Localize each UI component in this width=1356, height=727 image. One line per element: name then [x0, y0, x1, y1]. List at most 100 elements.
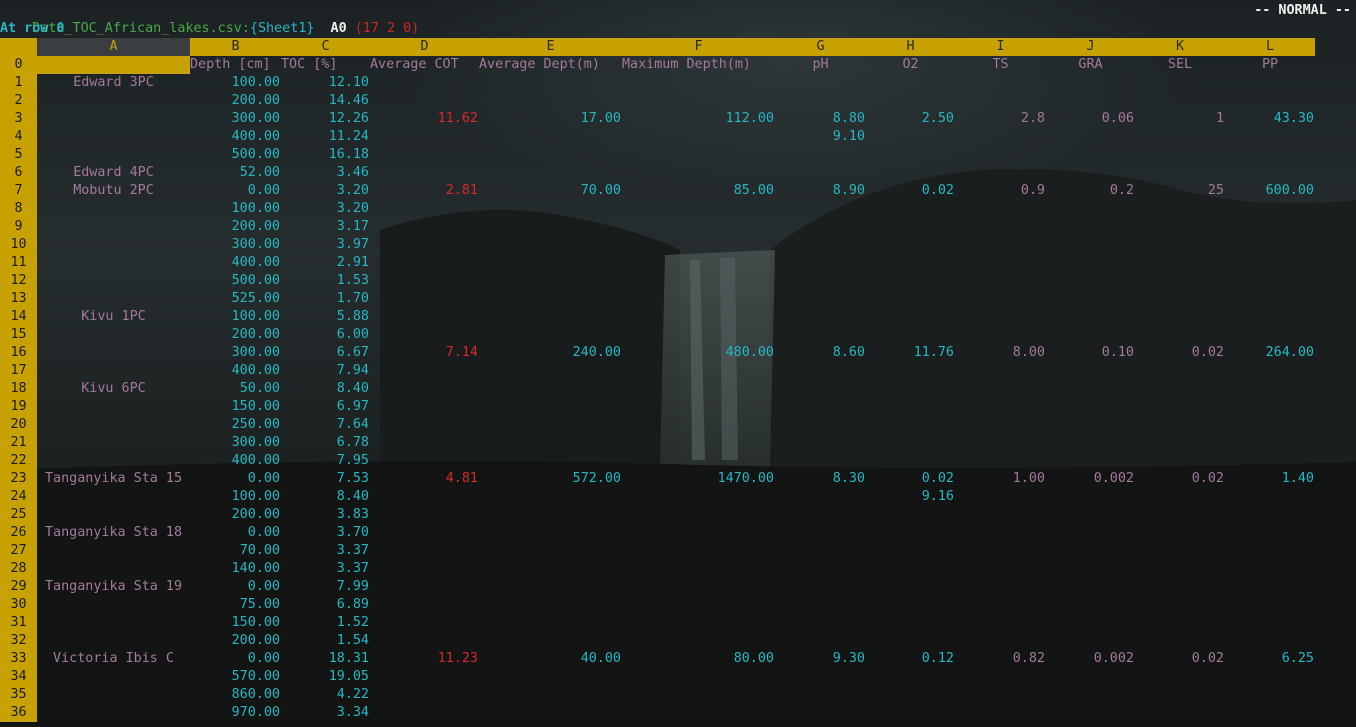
cell-d[interactable]: 4.81	[370, 470, 478, 488]
cell-g[interactable]	[775, 362, 865, 380]
cell-j[interactable]	[1046, 164, 1134, 182]
cell-e[interactable]	[479, 218, 621, 236]
cell-a[interactable]: Tanganyika Sta 19	[37, 578, 190, 596]
cell-f[interactable]	[622, 506, 774, 524]
cell-d[interactable]: 11.23	[370, 650, 478, 668]
cell-b[interactable]: 0.00	[190, 470, 280, 488]
cell-c[interactable]: 1.52	[281, 614, 369, 632]
cell-e[interactable]	[479, 632, 621, 650]
row-number[interactable]: 32	[0, 632, 37, 650]
cell-b[interactable]: 570.00	[190, 668, 280, 686]
cell-d[interactable]	[370, 146, 478, 164]
cell-l[interactable]	[1225, 686, 1314, 704]
cell-l[interactable]	[1225, 524, 1314, 542]
row-number[interactable]: 1	[0, 74, 37, 92]
cell-h[interactable]	[866, 236, 954, 254]
cell-e[interactable]	[479, 488, 621, 506]
cell-k[interactable]	[1135, 668, 1224, 686]
cell-i[interactable]	[955, 488, 1045, 506]
row-number[interactable]: 3	[0, 110, 37, 128]
cell-c[interactable]: 3.83	[281, 506, 369, 524]
cell-d[interactable]	[370, 452, 478, 470]
cell-c[interactable]: 7.99	[281, 578, 369, 596]
cell-a[interactable]	[37, 506, 190, 524]
cell-g[interactable]	[775, 290, 865, 308]
cell-b[interactable]: 300.00	[190, 434, 280, 452]
cell-h[interactable]	[866, 506, 954, 524]
cell-d[interactable]: 7.14	[370, 344, 478, 362]
cell-i[interactable]	[955, 272, 1045, 290]
row-number[interactable]: 4	[0, 128, 37, 146]
cell-b[interactable]: 300.00	[190, 236, 280, 254]
cell-g[interactable]	[775, 596, 865, 614]
cell-i[interactable]: 2.8	[955, 110, 1045, 128]
cell-h[interactable]	[866, 686, 954, 704]
row-number[interactable]: 15	[0, 326, 37, 344]
cell-f[interactable]: 1470.00	[622, 470, 774, 488]
cell-b[interactable]: 52.00	[190, 164, 280, 182]
cell-j[interactable]: 0.10	[1046, 344, 1134, 362]
cell-j[interactable]	[1046, 362, 1134, 380]
cell-e[interactable]: 40.00	[479, 650, 621, 668]
cell-b[interactable]: 300.00	[190, 344, 280, 362]
cell-d[interactable]	[370, 218, 478, 236]
cell-b[interactable]: 0.00	[190, 182, 280, 200]
cell-j[interactable]	[1046, 596, 1134, 614]
cell-g[interactable]	[775, 254, 865, 272]
column-header-b[interactable]: B	[190, 38, 281, 56]
row-number[interactable]: 6	[0, 164, 37, 182]
cell-c[interactable]: 4.22	[281, 686, 369, 704]
cell-c[interactable]: 1.53	[281, 272, 369, 290]
cell-e[interactable]: 70.00	[479, 182, 621, 200]
cell-b[interactable]: 970.00	[190, 704, 280, 722]
cell-d[interactable]	[370, 668, 478, 686]
cell-d[interactable]	[370, 128, 478, 146]
row-number[interactable]: 29	[0, 578, 37, 596]
cell-d[interactable]	[370, 290, 478, 308]
cell-c[interactable]: 6.89	[281, 596, 369, 614]
cell-e[interactable]	[479, 542, 621, 560]
cell-k[interactable]	[1135, 200, 1224, 218]
row-number[interactable]: 13	[0, 290, 37, 308]
cell-f[interactable]	[622, 614, 774, 632]
cell-g[interactable]	[775, 614, 865, 632]
cell-h[interactable]	[866, 668, 954, 686]
cell-c[interactable]: 1.70	[281, 290, 369, 308]
cell-i[interactable]	[955, 524, 1045, 542]
cell-i[interactable]	[955, 308, 1045, 326]
cell-k[interactable]	[1135, 686, 1224, 704]
cell-i[interactable]	[955, 164, 1045, 182]
cell-g[interactable]	[775, 416, 865, 434]
cell-e[interactable]	[479, 686, 621, 704]
cell-e[interactable]	[479, 578, 621, 596]
cell-h[interactable]	[866, 326, 954, 344]
cell-b[interactable]: 200.00	[190, 506, 280, 524]
cell-l[interactable]	[1225, 398, 1314, 416]
cell-b[interactable]: 100.00	[190, 74, 280, 92]
cell-l[interactable]	[1225, 380, 1314, 398]
cell-j[interactable]	[1046, 236, 1134, 254]
cell-k[interactable]	[1135, 380, 1224, 398]
cell-g[interactable]	[775, 560, 865, 578]
cell-g[interactable]	[775, 542, 865, 560]
cell-b[interactable]: 50.00	[190, 380, 280, 398]
cell-c[interactable]: 12.26	[281, 110, 369, 128]
cell-k[interactable]	[1135, 434, 1224, 452]
cell-i[interactable]	[955, 290, 1045, 308]
cell-a[interactable]: Mobutu 2PC	[37, 182, 190, 200]
row-number[interactable]: 0	[0, 56, 37, 74]
cell-a[interactable]	[37, 290, 190, 308]
cell-e[interactable]	[479, 146, 621, 164]
row-number[interactable]: 7	[0, 182, 37, 200]
cell-k[interactable]	[1135, 452, 1224, 470]
cell-h[interactable]	[866, 218, 954, 236]
cell-i[interactable]	[955, 362, 1045, 380]
header-cell-d[interactable]: Average COT	[370, 56, 479, 74]
cell-a[interactable]	[37, 344, 190, 362]
cell-e[interactable]	[479, 236, 621, 254]
cell-c[interactable]: 8.40	[281, 488, 369, 506]
cell-i[interactable]	[955, 542, 1045, 560]
cell-c[interactable]: 11.24	[281, 128, 369, 146]
cell-g[interactable]	[775, 632, 865, 650]
cell-i[interactable]	[955, 632, 1045, 650]
